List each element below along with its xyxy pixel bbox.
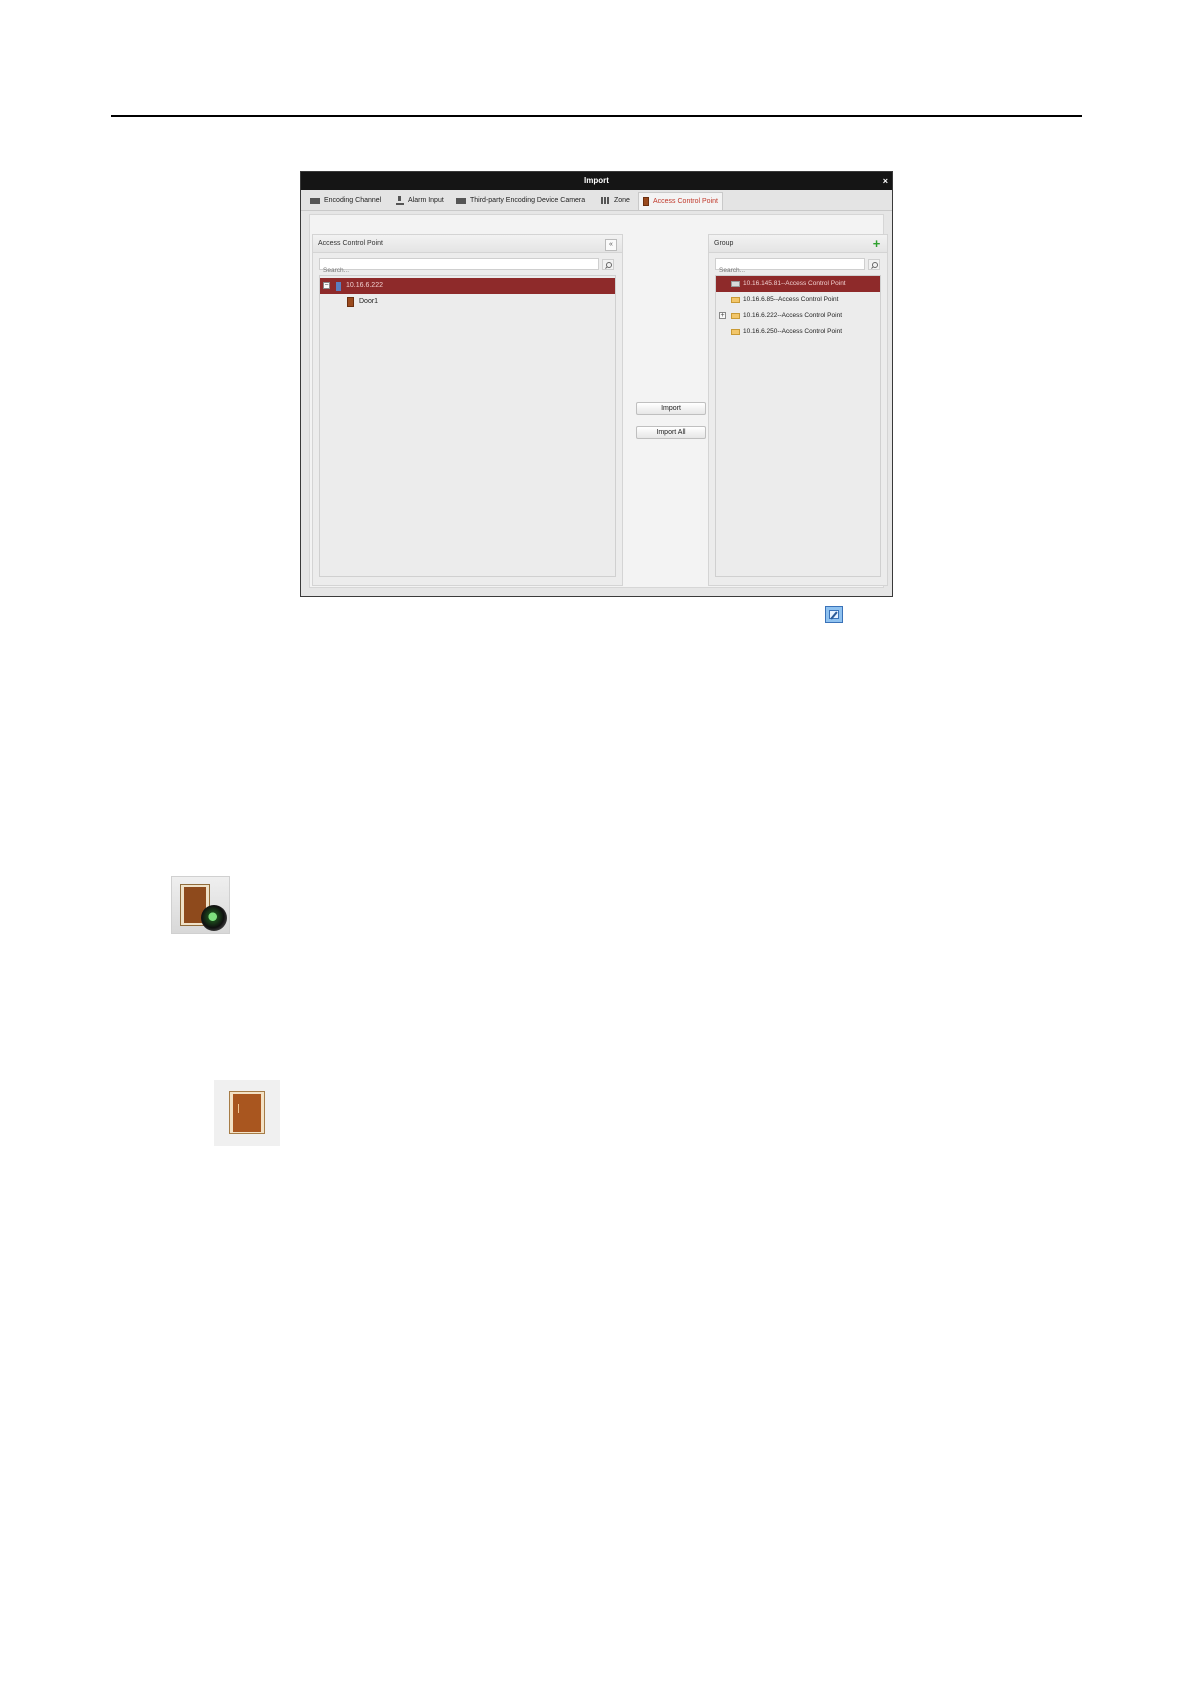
- tree-row-label: 10.16.6.222--Access Control Point: [743, 312, 842, 319]
- camera-lens: [201, 905, 227, 931]
- header-rule: [111, 115, 1082, 117]
- group-panel: Group + 10.16.145.81--Access Control Poi…: [708, 234, 888, 586]
- folder-icon: [731, 313, 740, 319]
- tree-row-device[interactable]: − 10.16.6.222: [320, 278, 615, 294]
- tab-label: Third-party Encoding Device Camera: [470, 197, 586, 204]
- camera-icon: [456, 197, 466, 204]
- zone-icon: [601, 197, 610, 204]
- panel-header: Group +: [709, 235, 887, 253]
- tree-row-group[interactable]: + 10.16.6.222--Access Control Point: [716, 308, 880, 324]
- tab-label: Zone: [614, 197, 630, 204]
- collapse-node-icon[interactable]: −: [323, 282, 330, 289]
- tree-row-group[interactable]: 10.16.6.85--Access Control Point: [716, 292, 880, 308]
- tab-content: Access Control Point « − 10.16.6.222 Doo…: [309, 214, 888, 588]
- expand-node-icon[interactable]: +: [719, 312, 726, 319]
- tab-label: Access Control Point: [653, 198, 718, 205]
- search-icon[interactable]: [602, 259, 614, 270]
- search-box: [319, 258, 614, 276]
- add-group-icon[interactable]: +: [871, 237, 882, 250]
- alarm-input-icon: [396, 196, 404, 205]
- device-icon: [336, 282, 341, 291]
- door-leaf: [233, 1094, 261, 1132]
- panel-header: Access Control Point «: [313, 235, 622, 253]
- close-icon[interactable]: ×: [883, 172, 888, 190]
- folder-icon: [731, 297, 740, 303]
- panel-title: Access Control Point: [318, 240, 383, 247]
- import-button[interactable]: Import: [636, 402, 706, 415]
- door-icon: [214, 1080, 280, 1146]
- tab-access-control-point[interactable]: Access Control Point: [638, 192, 723, 210]
- tree-row-group[interactable]: 10.16.145.81--Access Control Point: [716, 276, 880, 292]
- door-camera-icon: [171, 876, 230, 934]
- folder-icon: [731, 329, 740, 335]
- tab-zone[interactable]: Zone: [601, 192, 630, 209]
- tree-row-door[interactable]: Door1: [320, 294, 615, 310]
- tab-label: Alarm Input: [408, 197, 444, 204]
- tab-bar: Encoding Channel Alarm Input Third-party…: [301, 190, 892, 211]
- door-knob: [238, 1104, 239, 1113]
- tab-alarm-input[interactable]: Alarm Input: [396, 192, 444, 209]
- device-tree: − 10.16.6.222 Door1: [319, 275, 616, 577]
- camera-icon: [310, 197, 320, 204]
- import-dialog: Import × Encoding Channel Alarm Input Th…: [300, 171, 893, 597]
- tree-row-label: 10.16.6.250--Access Control Point: [743, 328, 842, 335]
- tab-label: Encoding Channel: [324, 197, 382, 204]
- panel-title: Group: [714, 240, 734, 247]
- import-all-button[interactable]: Import All: [636, 426, 706, 439]
- camera-icon: [731, 281, 740, 287]
- tab-third-party-camera[interactable]: Third-party Encoding Device Camera: [456, 192, 585, 209]
- door-icon: [643, 197, 649, 206]
- group-tree: 10.16.145.81--Access Control Point 10.16…: [715, 275, 881, 577]
- tree-row-label: 10.16.145.81--Access Control Point: [743, 280, 846, 287]
- tree-row-group[interactable]: 10.16.6.250--Access Control Point: [716, 324, 880, 340]
- dialog-title: Import: [584, 176, 609, 185]
- door-icon: [347, 297, 354, 307]
- tree-row-label: 10.16.6.222: [346, 282, 383, 289]
- tree-row-label: Door1: [359, 298, 379, 305]
- search-box: [715, 258, 880, 276]
- search-input[interactable]: [716, 265, 864, 276]
- dialog-titlebar: Import ×: [301, 172, 892, 190]
- collapse-icon[interactable]: «: [605, 239, 617, 251]
- search-input[interactable]: [320, 265, 598, 276]
- search-icon[interactable]: [868, 259, 880, 270]
- tab-encoding-channel[interactable]: Encoding Channel: [310, 192, 381, 209]
- access-control-point-panel: Access Control Point « − 10.16.6.222 Doo…: [312, 234, 623, 586]
- tree-row-label: 10.16.6.85--Access Control Point: [743, 296, 839, 303]
- edit-icon: [825, 606, 843, 623]
